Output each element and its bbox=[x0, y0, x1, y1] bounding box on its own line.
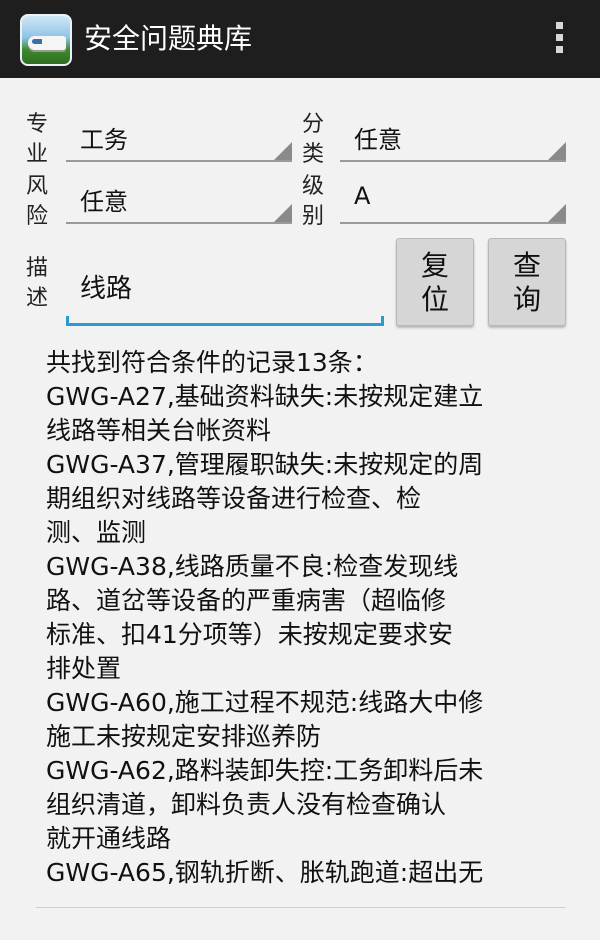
result-line: GWG-A62,路料装卸失控:工务卸料后未 bbox=[46, 756, 484, 785]
specialty-spinner[interactable]: 工务 bbox=[66, 112, 292, 162]
results-summary: 共找到符合条件的记录13条： bbox=[46, 348, 378, 377]
result-line: 组织清道，卸料负责人没有检查确认 bbox=[46, 790, 447, 819]
train-app-icon[interactable] bbox=[20, 14, 72, 66]
risk-spinner[interactable]: 任意 bbox=[66, 174, 292, 224]
overflow-menu-icon[interactable] bbox=[554, 22, 564, 56]
results-list[interactable]: 共找到符合条件的记录13条： GWG-A27,基础资料缺失:未按规定建立 线路等… bbox=[36, 346, 566, 908]
reset-button[interactable]: 复位 bbox=[396, 238, 474, 326]
level-label: 级别 bbox=[301, 174, 324, 229]
query-button[interactable]: 查询 bbox=[488, 238, 566, 326]
dropdown-arrow-icon bbox=[274, 204, 292, 222]
result-line: 期组织对线路等设备进行检查、检 bbox=[46, 484, 422, 513]
result-line: 路、道岔等设备的严重病害（超临修 bbox=[46, 586, 447, 615]
category-label: 分类 bbox=[301, 112, 324, 167]
level-value: A bbox=[354, 182, 371, 210]
result-line: GWG-A65,钢轨折断、胀轨跑道:超出无 bbox=[46, 858, 484, 887]
result-line: 就开通线路 bbox=[46, 824, 172, 853]
description-value: 线路 bbox=[80, 274, 133, 304]
risk-label: 风险 bbox=[25, 174, 48, 229]
specialty-label: 专业 bbox=[25, 112, 48, 167]
action-bar: 安全问题典库 bbox=[0, 0, 600, 78]
category-value: 任意 bbox=[354, 126, 402, 154]
result-line: 排处置 bbox=[46, 654, 122, 683]
dropdown-arrow-icon bbox=[274, 142, 292, 160]
result-line: GWG-A38,线路质量不良:检查发现线 bbox=[46, 552, 459, 581]
result-line: 标准、扣41分项等）未按规定要求安 bbox=[46, 620, 453, 649]
level-spinner[interactable]: A bbox=[340, 174, 566, 224]
description-input[interactable]: 线路 bbox=[66, 254, 384, 326]
category-spinner[interactable]: 任意 bbox=[340, 112, 566, 162]
result-line: GWG-A60,施工过程不规范:线路大中修 bbox=[46, 688, 484, 717]
risk-value: 任意 bbox=[80, 188, 128, 216]
result-line: 线路等相关台帐资料 bbox=[46, 416, 272, 445]
description-label: 描述 bbox=[25, 256, 48, 311]
specialty-value: 工务 bbox=[80, 126, 128, 154]
dropdown-arrow-icon bbox=[548, 142, 566, 160]
result-line: GWG-A27,基础资料缺失:未按规定建立 bbox=[46, 382, 484, 411]
train-window bbox=[32, 39, 42, 44]
result-line: 施工未按规定安排巡养防 bbox=[46, 722, 322, 751]
result-line: 测、监测 bbox=[46, 518, 147, 547]
dropdown-arrow-icon bbox=[548, 204, 566, 222]
result-line: GWG-A37,管理履职缺失:未按规定的周 bbox=[46, 450, 484, 479]
app-title: 安全问题典库 bbox=[84, 22, 253, 55]
